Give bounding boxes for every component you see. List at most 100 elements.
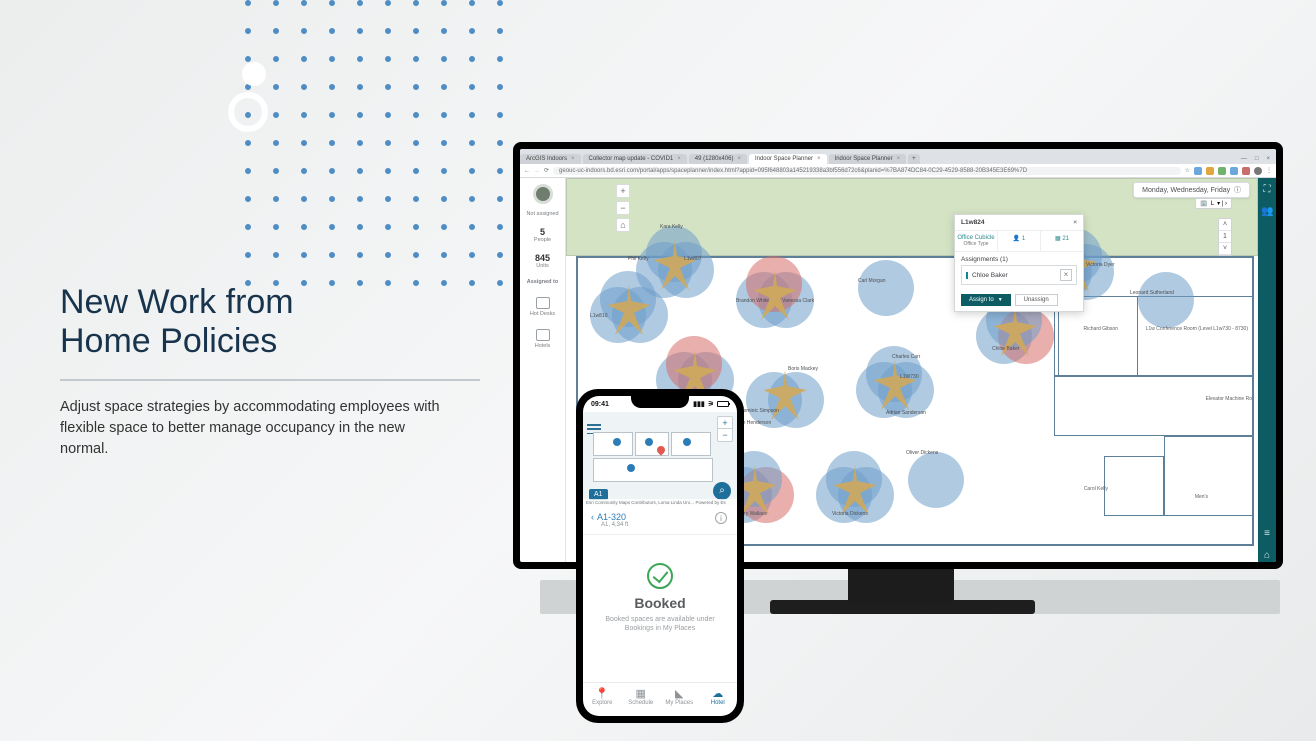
- browser-tab[interactable]: Indoor Space Planner×: [829, 154, 907, 164]
- home-button[interactable]: ⌂: [616, 218, 630, 232]
- assignments-label: Assignments (1): [961, 256, 1077, 263]
- booking-confirmation: Booked Booked spaces are available under…: [583, 535, 737, 661]
- planner-sidebar: Not assigned 5 People 845 Units Assigned…: [520, 178, 566, 562]
- phone-time: 09:41: [591, 401, 609, 408]
- rail-home-icon[interactable]: ⌂: [1261, 550, 1273, 562]
- back-icon[interactable]: ←: [524, 168, 530, 174]
- new-tab-button[interactable]: +: [908, 154, 920, 164]
- level-current: 1: [1219, 231, 1231, 243]
- slide-body: Adjust space strategies by accommodating…: [60, 397, 440, 460]
- menu-icon[interactable]: ⋮: [1266, 167, 1272, 174]
- slide-title: New Work from Home Policies: [60, 283, 480, 361]
- close-icon[interactable]: ×: [571, 156, 575, 162]
- popup-title: L1w824: [961, 219, 985, 226]
- extension-icon[interactable]: [1206, 167, 1214, 175]
- zoom-in-button[interactable]: +: [718, 417, 732, 429]
- popup-area: ▦ 21: [1041, 231, 1083, 251]
- browser-tab[interactable]: 49 (1280x406)×: [689, 154, 747, 164]
- forward-icon[interactable]: →: [534, 168, 540, 174]
- hotel-icon: [536, 329, 550, 341]
- planner-right-rail: ⛶ 👥 ≡ ⌂: [1258, 178, 1276, 562]
- close-icon[interactable]: ×: [677, 156, 681, 162]
- sidebar-people[interactable]: 5 People: [520, 224, 565, 246]
- unassign-button[interactable]: Unassign: [1015, 294, 1058, 306]
- phone-screen: 09:41 ▮▮▮ ⚞ + − A1: [583, 396, 737, 716]
- rail-people-icon[interactable]: 👥: [1261, 206, 1273, 218]
- person-name: Chloe Baker: [966, 272, 1008, 279]
- phone-bottom-nav: 📍Explore ▦Schedule ◣My Places ☁Hotel: [583, 682, 737, 716]
- level-down[interactable]: ˅: [1219, 243, 1231, 255]
- popup-capacity: 👤 1: [998, 231, 1041, 251]
- chevron-down-icon: ▼: [998, 297, 1003, 303]
- signal-icon: ▮▮▮: [693, 400, 705, 408]
- browser-tab[interactable]: Collector map update - COVID1×: [583, 154, 687, 164]
- days-filter[interactable]: Monday, Wednesday, Friday ⓘ: [1133, 182, 1250, 198]
- assignment-popup: L1w824 × Office CubicleOffice Type 👤 1 ▦…: [954, 214, 1084, 312]
- sidebar-units[interactable]: 845 Units: [520, 250, 565, 272]
- pin-icon: 📍: [583, 687, 622, 700]
- star-icon[interactable]: ☆: [1185, 167, 1190, 174]
- zoom-out-button[interactable]: −: [616, 201, 630, 215]
- booked-title: Booked: [595, 595, 725, 611]
- building-selector[interactable]: 🏢 L ▾ | ›: [1195, 198, 1232, 209]
- checkmark-icon: [647, 563, 673, 589]
- browser-tab-active[interactable]: Indoor Space Planner×: [749, 154, 827, 164]
- room-subtitle: A1, 4,34 ft: [601, 522, 729, 528]
- search-button[interactable]: ⌕: [713, 482, 731, 500]
- popup-close-button[interactable]: ×: [1073, 219, 1077, 226]
- bookmark-icon: ◣: [660, 687, 699, 700]
- popup-office-type: Office CubicleOffice Type: [955, 231, 998, 251]
- assigned-person-row: Chloe Baker ×: [961, 265, 1077, 285]
- info-icon[interactable]: i: [715, 512, 727, 524]
- booked-subtitle: Booked spaces are available under Bookin…: [595, 615, 725, 633]
- sidebar-toggle[interactable]: [533, 184, 553, 204]
- browser-tab-strip: ArcGIS Indoors× Collector map update - C…: [520, 149, 1276, 164]
- monitor-stand: [848, 563, 954, 603]
- level-up[interactable]: ˄: [1219, 219, 1231, 231]
- phone-detail-header: ‹ A1-320 A1, 4,34 ft i: [583, 506, 737, 535]
- sidebar-hotels[interactable]: Hotels: [520, 324, 565, 352]
- browser-tab[interactable]: ArcGIS Indoors×: [520, 154, 581, 164]
- nav-my-places[interactable]: ◣My Places: [660, 683, 699, 716]
- phone-notch: [631, 394, 689, 408]
- close-window-icon[interactable]: ×: [1266, 156, 1270, 162]
- close-icon[interactable]: ×: [817, 156, 821, 162]
- nav-explore[interactable]: 📍Explore: [583, 683, 622, 716]
- desk-icon: [536, 297, 550, 309]
- extension-icons: [1194, 167, 1262, 175]
- profile-icon[interactable]: [1254, 167, 1262, 175]
- maximize-icon[interactable]: □: [1255, 156, 1259, 162]
- phone-frame: 09:41 ▮▮▮ ⚞ + − A1: [576, 389, 744, 723]
- sidebar-hot-desks[interactable]: Hot Desks: [520, 292, 565, 320]
- window-controls: — □ ×: [1235, 156, 1276, 164]
- back-button[interactable]: ‹ A1-320: [591, 512, 729, 522]
- extension-icon[interactable]: [1194, 167, 1202, 175]
- planner-topbar: Monday, Wednesday, Friday ⓘ: [1133, 182, 1250, 198]
- close-icon[interactable]: ×: [897, 156, 901, 162]
- battery-icon: [717, 401, 729, 407]
- nav-hotel[interactable]: ☁Hotel: [699, 683, 738, 716]
- rail-list-icon[interactable]: ≡: [1261, 528, 1273, 540]
- extension-icon[interactable]: [1218, 167, 1226, 175]
- close-icon[interactable]: ×: [737, 156, 741, 162]
- phone-zoom-controls: + −: [717, 416, 733, 442]
- browser-address-bar: ← → ⟳ geouc-uc-indoors.bd.esri.com/porta…: [520, 164, 1276, 178]
- extension-icon[interactable]: [1230, 167, 1238, 175]
- phone-map[interactable]: + − A1 ⌕ Esri Community Maps Contributor…: [583, 412, 737, 506]
- minimize-icon[interactable]: —: [1241, 156, 1247, 162]
- zoom-out-button[interactable]: −: [718, 429, 732, 441]
- sidebar-assigned-to: Assigned to: [520, 276, 565, 288]
- reload-icon[interactable]: ⟳: [544, 167, 549, 174]
- extension-icon[interactable]: [1242, 167, 1250, 175]
- rail-users-icon[interactable]: ⛶: [1261, 184, 1273, 196]
- map-attribution: Esri Community Maps Contributors, Loma L…: [583, 499, 737, 506]
- sidebar-not-assigned[interactable]: Not assigned: [520, 208, 565, 220]
- hotel-icon: ☁: [699, 687, 738, 700]
- url-field[interactable]: geouc-uc-indoors.bd.esri.com/portal/apps…: [553, 167, 1181, 175]
- remove-person-button[interactable]: ×: [1060, 269, 1072, 281]
- level-switcher[interactable]: ˄ 1 ˅: [1218, 218, 1232, 256]
- assign-to-button[interactable]: Assign to▼: [961, 294, 1011, 306]
- zoom-in-button[interactable]: +: [616, 184, 630, 198]
- nav-schedule[interactable]: ▦Schedule: [622, 683, 661, 716]
- title-divider: [60, 379, 480, 381]
